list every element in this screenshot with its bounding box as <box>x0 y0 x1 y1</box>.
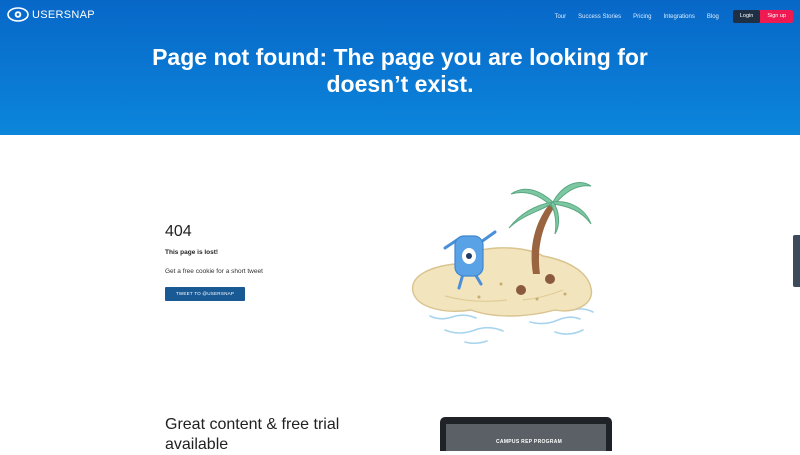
promo-video-thumbnail[interactable]: CAMPUS REP PROGRAM <box>440 417 612 451</box>
nav-pricing[interactable]: Pricing <box>633 14 651 20</box>
feedback-tab[interactable] <box>793 235 800 287</box>
error-code: 404 <box>165 223 192 240</box>
camera-eye-icon <box>7 7 29 22</box>
error-description: Get a free cookie for a short tweet <box>165 268 263 275</box>
tweet-button[interactable]: TWEET TO @USERSNAP <box>165 287 245 301</box>
logo-text: USERSNAP <box>32 8 95 21</box>
page-title-line-1: Page not found: The page you are looking… <box>152 44 648 70</box>
page-title: Page not found: The page you are looking… <box>0 44 800 98</box>
nav-blog[interactable]: Blog <box>707 14 719 20</box>
lost-island-illustration <box>412 182 594 345</box>
promo-image <box>446 424 606 451</box>
promo-label: CAMPUS REP PROGRAM <box>496 439 563 445</box>
hero-banner: USERSNAP Tour Success Stories Pricing In… <box>0 0 800 135</box>
sand-island <box>412 247 593 317</box>
page-title-line-2: doesn’t exist. <box>326 71 474 97</box>
usersnap-logo[interactable]: USERSNAP <box>7 7 95 22</box>
signup-button[interactable]: Sign up <box>760 10 793 23</box>
section-title: Great content & free trial available <box>165 416 340 453</box>
nav-success-stories[interactable]: Success Stories <box>578 14 621 20</box>
nav-tour[interactable]: Tour <box>554 14 566 20</box>
login-button[interactable]: Login <box>732 10 761 23</box>
nav-integrations[interactable]: Integrations <box>664 14 695 20</box>
error-subtitle: This page is lost! <box>165 249 219 256</box>
top-nav: Tour Success Stories Pricing Integration… <box>554 10 793 23</box>
